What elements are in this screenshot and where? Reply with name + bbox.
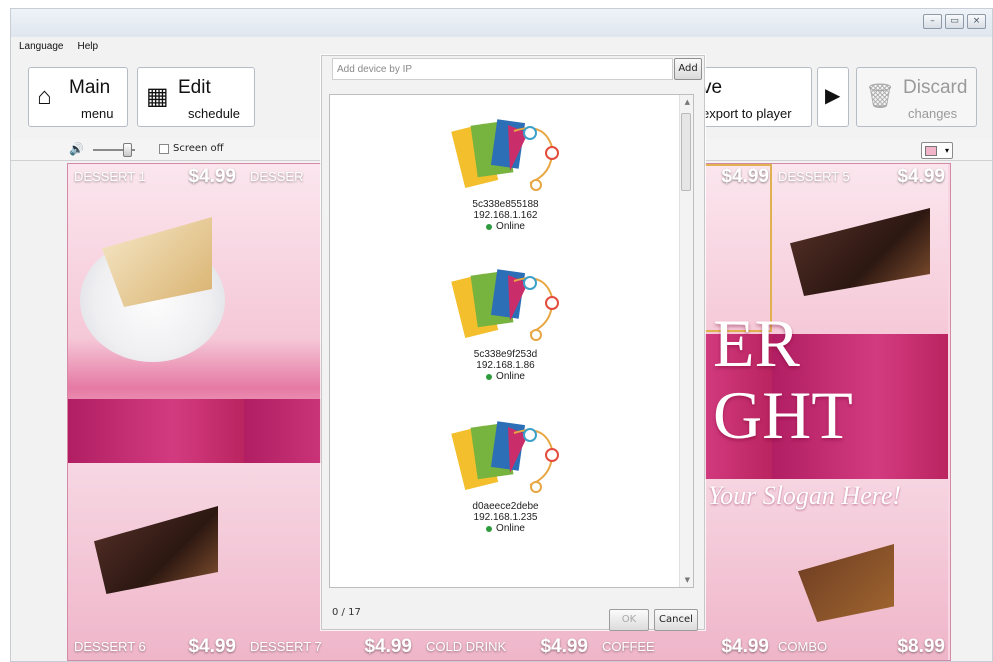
- main-menu-title: Main: [69, 77, 111, 98]
- bottom-item-price-cold-drink: $4.99: [540, 636, 588, 657]
- device-ip-input[interactable]: Add device by IP: [332, 58, 673, 80]
- trash-icon: 🗑: [865, 83, 896, 110]
- bottom-item-name-6: DESSERT 6: [74, 639, 146, 654]
- edit-schedule-button[interactable]: ▦ Edit schedule: [137, 67, 255, 127]
- discard-subtitle: changes: [908, 106, 958, 121]
- ok-button[interactable]: OK: [609, 609, 649, 631]
- scroll-down-icon[interactable]: ▼: [685, 576, 690, 584]
- device-item[interactable]: d0aeece2debe 192.168.1.235 Online: [330, 415, 681, 565]
- device-ip: 192.168.1.86: [476, 360, 535, 371]
- device-id: d0aeece2debe: [472, 501, 539, 512]
- color-swatch: [925, 146, 937, 156]
- device-status-text: Online: [496, 523, 525, 534]
- online-dot-icon: [486, 525, 493, 532]
- top-item-name-2: DESSER: [250, 169, 304, 184]
- cancel-button[interactable]: Cancel: [654, 609, 698, 631]
- minimize-button[interactable]: –: [923, 14, 942, 29]
- top-item-price-4: $4.99: [721, 166, 769, 187]
- dessert-image: [798, 544, 894, 622]
- home-icon: ⌂: [37, 83, 52, 110]
- edit-schedule-title: Edit: [178, 77, 211, 98]
- menu-language[interactable]: Language: [19, 41, 64, 52]
- screen-off-label: Screen off: [173, 143, 224, 154]
- brownie-image: [790, 208, 930, 296]
- device-id: 5c338e855188: [472, 199, 539, 210]
- bottom-item-price-6: $4.99: [188, 636, 236, 657]
- top-item-name-1: DESSERT 1: [74, 169, 146, 184]
- bottom-item-name-7: DESSERT 7: [250, 639, 322, 654]
- menu-help[interactable]: Help: [78, 41, 99, 52]
- edit-schedule-subtitle: schedule: [188, 106, 241, 121]
- add-device-button[interactable]: Add: [674, 58, 702, 80]
- scroll-thumb[interactable]: [681, 113, 691, 191]
- device-logo-icon: [450, 119, 559, 191]
- panel-dessert-1: [68, 164, 244, 660]
- device-logo-icon: [450, 421, 559, 493]
- close-button[interactable]: ×: [967, 14, 986, 29]
- device-id: 5c338e9f253d: [473, 349, 538, 360]
- device-item[interactable]: 5c338e855188 192.168.1.162 Online: [330, 113, 681, 263]
- next-arrow-button[interactable]: ▶: [817, 67, 849, 127]
- online-dot-icon: [486, 223, 493, 230]
- maximize-button[interactable]: ▭: [945, 14, 964, 29]
- device-status: Online: [486, 221, 525, 232]
- pink-band: [68, 399, 244, 463]
- bottom-label-row: DESSERT 6 $4.99 DESSERT 7 $4.99 COLD DRI…: [68, 634, 950, 660]
- bottom-item-name-cold-drink: COLD DRINK: [426, 639, 507, 654]
- color-picker[interactable]: ▾: [921, 142, 953, 159]
- calendar-icon: ▦: [146, 83, 169, 110]
- device-item[interactable]: 5c338e9f253d 192.168.1.86 Online: [330, 263, 681, 413]
- device-status-text: Online: [496, 371, 525, 382]
- top-item-price-1: $4.99: [188, 166, 236, 187]
- device-ip: 192.168.1.162: [473, 210, 538, 221]
- banner-line-2: GHT: [713, 377, 853, 453]
- bottom-item-name-combo: COMBO: [778, 639, 828, 654]
- banner-line-1: ER: [713, 305, 800, 381]
- device-list[interactable]: 5c338e855188 192.168.1.162 Online 5c338e…: [329, 94, 694, 588]
- top-item-price-5: $4.99: [897, 166, 945, 187]
- speaker-icon: 🔊: [69, 142, 84, 156]
- dropdown-arrow-icon: ▾: [944, 146, 949, 155]
- play-arrow-icon: ▶: [825, 85, 841, 107]
- bottom-item-price-7: $4.99: [364, 636, 412, 657]
- bottom-item-name-coffee: COFFEE: [602, 639, 655, 654]
- banner-text: ER GHT: [713, 307, 853, 451]
- device-dialog: Add device by IP Add 5c338e855188 192.16…: [321, 55, 705, 631]
- bottom-item-price-combo: $8.99: [897, 636, 945, 657]
- save-export-button[interactable]: ve export to player: [693, 67, 812, 127]
- discard-title: Discard: [903, 77, 968, 98]
- save-export-title: ve: [702, 77, 723, 98]
- online-dot-icon: [486, 373, 493, 380]
- main-menu-subtitle: menu: [81, 106, 114, 121]
- title-bar: – ▭ ×: [11, 9, 992, 37]
- window-controls: – ▭ ×: [923, 14, 986, 29]
- device-ip: 192.168.1.235: [473, 512, 538, 523]
- chocolate-cake-image: [94, 506, 218, 594]
- device-list-scrollbar[interactable]: ▲ ▼: [679, 95, 693, 587]
- bottom-item-price-coffee: $4.99: [721, 636, 769, 657]
- slogan-text: Your Slogan Here!: [708, 481, 902, 510]
- device-status: Online: [486, 371, 525, 382]
- selection-count: 0 / 17: [332, 607, 361, 618]
- main-menu-button[interactable]: ⌂ Main menu: [28, 67, 128, 127]
- volume-slider[interactable]: [123, 143, 132, 157]
- device-logo-icon: [450, 269, 559, 341]
- save-export-subtitle: export to player: [702, 106, 792, 121]
- device-status-text: Online: [496, 221, 525, 232]
- discard-changes-button[interactable]: 🗑 Discard changes: [856, 67, 977, 127]
- menu-bar: Language Help: [19, 41, 98, 52]
- scroll-up-icon[interactable]: ▲: [685, 98, 690, 106]
- app-window: – ▭ × Language Help ⌂ Main menu ▦ Edit s…: [10, 8, 993, 662]
- top-item-name-5: DESSERT 5: [778, 169, 850, 184]
- screen-off-checkbox[interactable]: [159, 144, 169, 154]
- device-status: Online: [486, 523, 525, 534]
